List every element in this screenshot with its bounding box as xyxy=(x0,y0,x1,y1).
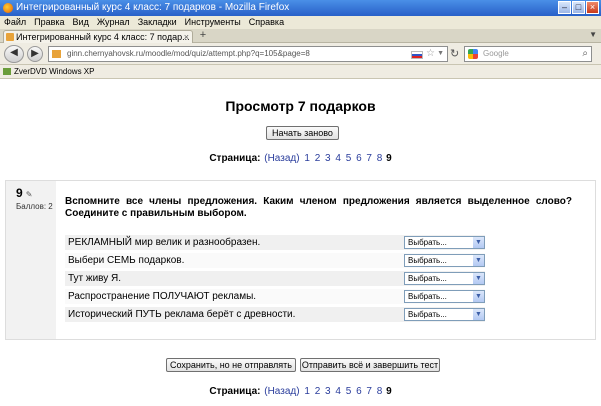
pager-page-7[interactable]: 7 xyxy=(366,153,372,164)
match-select-value: Выбрать... xyxy=(408,256,447,265)
pager-page-8[interactable]: 8 xyxy=(377,153,383,164)
pager-page-5[interactable]: 5 xyxy=(346,386,352,397)
match-select[interactable]: Выбрать... ▼ xyxy=(404,308,485,321)
pager-page-3[interactable]: 3 xyxy=(325,153,331,164)
menu-bookmarks[interactable]: Закладки xyxy=(134,16,181,29)
new-tab-icon[interactable]: + xyxy=(196,30,210,42)
menu-file[interactable]: Файл xyxy=(0,16,30,29)
match-select-value: Выбрать... xyxy=(408,310,447,319)
pager-page-8[interactable]: 8 xyxy=(377,386,383,397)
menu-bar: Файл Правка Вид Журнал Закладки Инструменты Сп… xyxy=(0,16,601,29)
match-row-label: Тут живу Я. xyxy=(68,273,122,284)
pager-bottom: Страница: (Назад) 1 2 3 4 5 6 7 8 9 xyxy=(0,386,601,397)
chevron-down-icon[interactable]: ▼ xyxy=(473,309,484,320)
pager-page-1[interactable]: 1 xyxy=(304,153,310,164)
match-row-label: Выбери СЕМЬ подарков. xyxy=(68,255,185,266)
page-title: Просмотр 7 подарков xyxy=(225,98,376,114)
tab-quiz[interactable]: Интегрированный курс 4 класс: 7 подар...… xyxy=(3,30,193,43)
pager-page-2[interactable]: 2 xyxy=(315,153,321,164)
match-row: РЕКЛАМНЫЙ мир велик и разнообразен. Выбр… xyxy=(65,235,485,250)
window-title: Интегрированный курс 4 класс: 7 подарков… xyxy=(16,2,290,13)
menu-view[interactable]: Вид xyxy=(69,16,93,29)
pager-page-3[interactable]: 3 xyxy=(325,386,331,397)
match-select[interactable]: Выбрать... ▼ xyxy=(404,272,485,285)
bookmark-icon xyxy=(3,68,11,75)
pager-page-4[interactable]: 4 xyxy=(335,386,341,397)
match-select[interactable]: Выбрать... ▼ xyxy=(404,290,485,303)
close-icon[interactable]: × xyxy=(586,1,599,14)
minimize-icon[interactable]: – xyxy=(558,1,571,14)
menu-edit[interactable]: Правка xyxy=(30,16,68,29)
question-number: 9 xyxy=(16,186,23,200)
pager-back-link[interactable]: (Назад) xyxy=(264,386,299,397)
url-dropdown-icon[interactable]: ▼ xyxy=(437,47,444,61)
match-row: Исторический ПУТЬ реклама берёт с древно… xyxy=(65,307,485,322)
match-row: Распространение ПОЛУЧАЮТ рекламы. Выбрат… xyxy=(65,289,485,304)
pager-top: Страница: (Назад) 1 2 3 4 5 6 7 8 9 xyxy=(0,153,601,164)
chevron-down-icon[interactable]: ▼ xyxy=(473,273,484,284)
window-titlebar: Интегрированный курс 4 класс: 7 подарков… xyxy=(0,0,601,16)
chevron-down-icon[interactable]: ▼ xyxy=(473,291,484,302)
reload-icon[interactable]: ↻ xyxy=(450,47,459,60)
tab-strip: Интегрированный курс 4 класс: 7 подар...… xyxy=(0,29,601,43)
firefox-icon xyxy=(3,3,13,13)
question-info: 9 ✎ Баллов: 2 xyxy=(6,181,56,339)
pager-page-6[interactable]: 6 xyxy=(356,153,362,164)
question-grade: Баллов: 2 xyxy=(16,202,53,211)
match-select-value: Выбрать... xyxy=(408,292,447,301)
page-content: Просмотр 7 подарков Начать заново Страни… xyxy=(0,80,601,406)
menu-help[interactable]: Справка xyxy=(245,16,288,29)
bookmark-star-icon[interactable]: ☆ xyxy=(426,47,435,61)
back-arrow-icon[interactable]: ◀ xyxy=(4,45,24,63)
address-bar[interactable]: ginn.chernyahovsk.ru/moodle/mod/quiz/att… xyxy=(48,46,448,62)
tab-list-icon[interactable]: ▼ xyxy=(589,30,597,39)
pager-page-1[interactable]: 1 xyxy=(304,386,310,397)
pager-page-5[interactable]: 5 xyxy=(346,153,352,164)
search-icon[interactable]: ⌕ xyxy=(582,47,588,61)
pager-page-7[interactable]: 7 xyxy=(366,386,372,397)
bookmark-zverdvd[interactable]: ZverDVD Windows XP xyxy=(14,67,94,76)
match-select[interactable]: Выбрать... ▼ xyxy=(404,254,485,267)
tab-title: Интегрированный курс 4 класс: 7 подар... xyxy=(16,32,190,42)
flag-icon[interactable]: ✎ xyxy=(26,190,33,199)
match-select-value: Выбрать... xyxy=(408,238,447,247)
pager-current-page: 9 xyxy=(386,386,392,397)
pager-page-4[interactable]: 4 xyxy=(335,153,341,164)
match-row-label: Распространение ПОЛУЧАЮТ рекламы. xyxy=(68,291,257,302)
pager-label: Страница: xyxy=(209,386,261,397)
tab-close-icon[interactable]: × xyxy=(184,31,189,43)
pager-label: Страница: xyxy=(209,153,261,164)
menu-tools[interactable]: Инструменты xyxy=(181,16,245,29)
site-favicon-icon xyxy=(52,50,61,58)
match-row-label: Исторический ПУТЬ реклама берёт с древно… xyxy=(68,309,296,320)
russian-flag-icon xyxy=(411,51,423,59)
pager-page-2[interactable]: 2 xyxy=(315,386,321,397)
submit-all-button[interactable]: Отправить всё и завершить тест xyxy=(300,358,440,372)
navigation-bar: ◀ ▶ ginn.chernyahovsk.ru/moodle/mod/quiz… xyxy=(0,43,601,65)
url-text: ginn.chernyahovsk.ru/moodle/mod/quiz/att… xyxy=(67,49,310,58)
google-icon xyxy=(468,49,478,59)
chevron-down-icon[interactable]: ▼ xyxy=(473,237,484,248)
match-row-label: РЕКЛАМНЫЙ мир велик и разнообразен. xyxy=(68,237,261,248)
search-bar[interactable]: Google ⌕ xyxy=(464,46,592,62)
pager-page-6[interactable]: 6 xyxy=(356,386,362,397)
match-row: Выбери СЕМЬ подарков. Выбрать... ▼ xyxy=(65,253,485,268)
moodle-favicon-icon xyxy=(6,33,14,41)
bookmarks-toolbar: ZverDVD Windows XP xyxy=(0,65,601,79)
match-row: Тут живу Я. Выбрать... ▼ xyxy=(65,271,485,286)
question-block: 9 ✎ Баллов: 2 Вспомните все члены предло… xyxy=(5,180,596,340)
window-controls: – □ × xyxy=(558,1,599,14)
pager-back-link[interactable]: (Назад) xyxy=(264,153,299,164)
maximize-icon[interactable]: □ xyxy=(572,1,585,14)
chevron-down-icon[interactable]: ▼ xyxy=(473,255,484,266)
forward-arrow-icon[interactable]: ▶ xyxy=(27,46,43,62)
pager-current-page: 9 xyxy=(386,153,392,164)
search-placeholder: Google xyxy=(483,49,509,58)
menu-history[interactable]: Журнал xyxy=(93,16,134,29)
restart-button[interactable]: Начать заново xyxy=(266,126,339,140)
match-select-value: Выбрать... xyxy=(408,274,447,283)
question-text: Вспомните все члены предложения. Каким ч… xyxy=(65,196,572,219)
save-without-submit-button[interactable]: Сохранить, но не отправлять xyxy=(166,358,296,372)
match-select[interactable]: Выбрать... ▼ xyxy=(404,236,485,249)
